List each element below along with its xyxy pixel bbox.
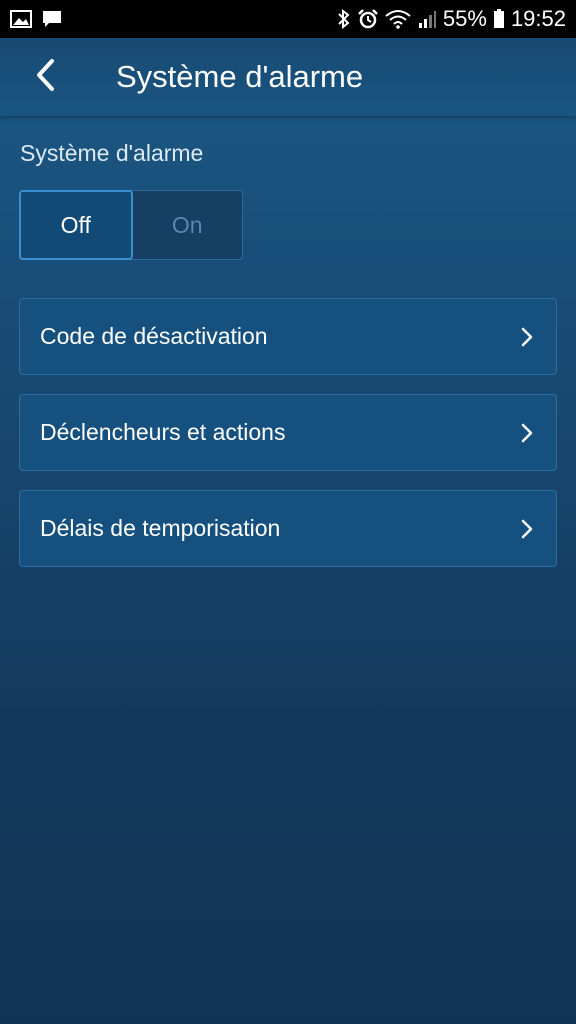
chevron-right-icon: [520, 518, 534, 540]
back-arrow-icon: [34, 58, 58, 97]
menu-item-label: Code de désactivation: [40, 323, 268, 349]
battery-percent: 55%: [442, 6, 487, 31]
page-title: Système d'alarme: [116, 59, 364, 94]
back-button[interactable]: [26, 57, 66, 97]
wifi-icon: [385, 9, 411, 29]
chevron-right-icon: [520, 326, 534, 348]
menu-item-label: Déclencheurs et actions: [40, 419, 286, 445]
alarm-clock-icon: [357, 9, 379, 29]
app-bar: Système d'alarme: [0, 38, 576, 116]
alarm-section-label: Système d'alarme: [20, 140, 204, 166]
bluetooth-icon: [337, 9, 351, 29]
status-bar-left: [10, 10, 62, 28]
alarm-toggle: Off On: [19, 190, 243, 260]
toggle-off-button[interactable]: Off: [19, 190, 133, 260]
battery-icon: [493, 9, 505, 29]
status-bar: 55% 19:52: [0, 0, 576, 38]
chevron-right-icon: [520, 422, 534, 444]
image-icon: [10, 10, 32, 28]
status-time: 19:52: [510, 6, 566, 31]
menu-item-triggers-actions[interactable]: Déclencheurs et actions: [19, 394, 557, 471]
menu-item-deactivation-code[interactable]: Code de désactivation: [19, 298, 557, 375]
status-bar-right: 55% 19:52: [337, 6, 566, 32]
settings-menu-list: Code de désactivation Déclencheurs et ac…: [19, 298, 557, 586]
signal-icon: [417, 9, 437, 29]
message-icon: [42, 10, 62, 28]
menu-item-label: Délais de temporisation: [40, 515, 281, 541]
menu-item-delay-timers[interactable]: Délais de temporisation: [19, 490, 557, 567]
toggle-on-button[interactable]: On: [133, 191, 243, 259]
